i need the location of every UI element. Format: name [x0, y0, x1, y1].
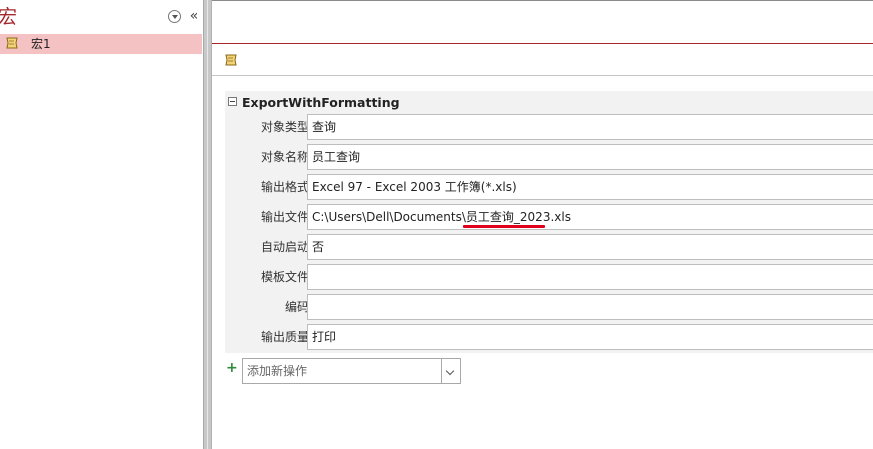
add-action-plus-icon: + — [226, 360, 238, 376]
annotation-underline — [463, 225, 545, 228]
argument-row: 输出文件 C:\Users\Dell\Documents\员工查询_2023.x… — [225, 202, 873, 232]
pane-splitter[interactable] — [203, 0, 211, 449]
nav-item-macro1[interactable]: 宏1 — [0, 34, 202, 54]
nav-item-label: 宏1 — [31, 37, 51, 51]
object-name-field[interactable]: 员工查询 — [307, 144, 873, 170]
macro-icon — [5, 37, 19, 52]
add-new-action-combo[interactable]: 添加新操作 — [242, 358, 461, 384]
action-name: ExportWithFormatting — [242, 95, 400, 110]
argument-label: 对象类型 — [260, 120, 309, 134]
argument-row: 编码 — [225, 292, 873, 322]
argument-row: 自动启动 否 — [225, 232, 873, 262]
argument-label: 编码 — [284, 300, 309, 314]
output-quality-field[interactable]: 打印 — [307, 324, 873, 350]
add-action-placeholder: 添加新操作 — [247, 364, 308, 378]
template-file-field[interactable] — [307, 264, 873, 290]
document-tab-bar — [212, 0, 873, 44]
object-type-field[interactable]: 查询 — [307, 114, 873, 140]
argument-row: 对象名称 员工查询 — [225, 142, 873, 172]
argument-label: 输出格式 — [260, 180, 309, 194]
macro-icon — [224, 54, 238, 69]
argument-row: 模板文件 — [225, 262, 873, 292]
argument-label: 输出文件 — [260, 210, 309, 224]
nav-menu-dropdown-icon[interactable] — [168, 10, 181, 23]
argument-value: Excel 97 - Excel 2003 工作簿(*.xls) — [312, 180, 517, 194]
argument-value: C:\Users\Dell\Documents\员工查询_2023.xls — [312, 210, 571, 224]
collapse-action-icon[interactable] — [228, 97, 237, 106]
argument-row: 输出质量 打印 — [225, 322, 873, 352]
macro-designer: ExportWithFormatting 对象类型 查询 对象名称 员工查询 输… — [211, 0, 873, 449]
argument-value: 查询 — [312, 120, 337, 134]
argument-value: 否 — [312, 240, 325, 254]
auto-start-field[interactable]: 否 — [307, 234, 873, 260]
nav-title: 宏 — [0, 6, 18, 28]
argument-label: 模板文件 — [260, 270, 309, 284]
encoding-field[interactable] — [307, 294, 873, 320]
argument-row: 对象类型 查询 — [225, 112, 873, 142]
chevron-down-icon[interactable] — [441, 359, 460, 383]
output-file-field[interactable]: C:\Users\Dell\Documents\员工查询_2023.xls — [307, 204, 873, 230]
output-format-field[interactable]: Excel 97 - Excel 2003 工作簿(*.xls) — [307, 174, 873, 200]
argument-row: 输出格式 Excel 97 - Excel 2003 工作簿(*.xls) — [225, 172, 873, 202]
navigation-pane: 宏 « 宏1 — [0, 0, 203, 449]
argument-value: 打印 — [312, 330, 337, 344]
argument-value: 员工查询 — [312, 150, 361, 164]
argument-label: 自动启动 — [260, 240, 309, 254]
collapse-pane-icon[interactable]: « — [187, 7, 201, 25]
nav-header: 宏 « — [0, 0, 203, 33]
macro-header — [212, 44, 873, 76]
access-macro-window: 宏 « 宏1 ExportWithFormatting 对象类型 查询 对象名称… — [0, 0, 873, 449]
argument-label: 对象名称 — [260, 150, 309, 164]
argument-label: 输出质量 — [260, 330, 309, 344]
